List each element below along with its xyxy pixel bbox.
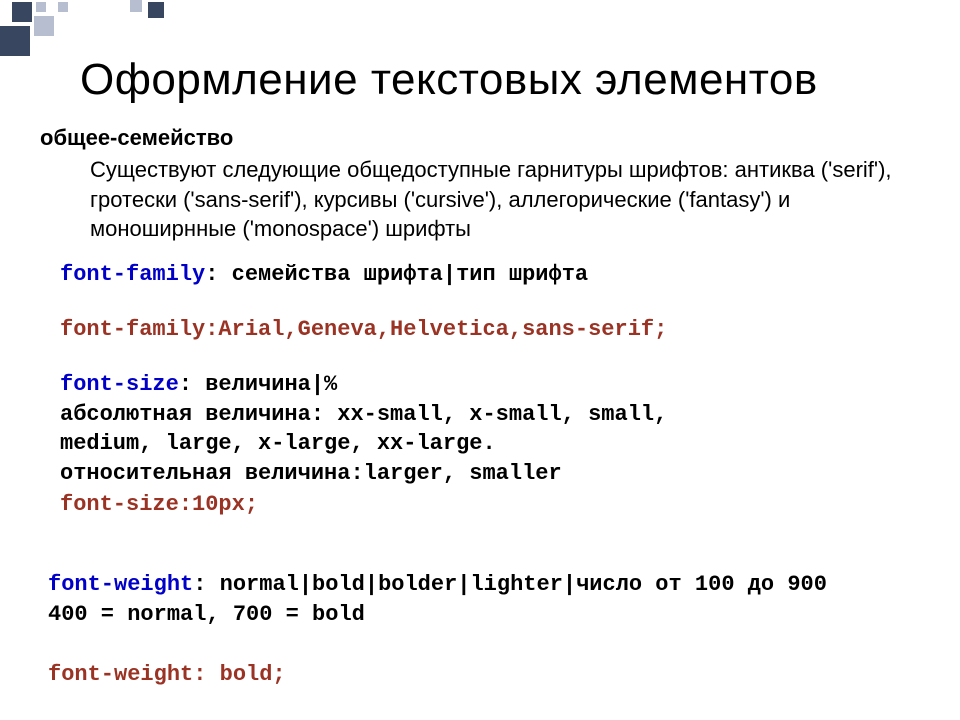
code-text-line: medium, large, x-large, xx-large. [60,431,496,456]
code-font-size-block: font-size: величина|% абсолютная величин… [60,370,920,489]
css-property: font-size [60,372,179,397]
code-font-weight-example: font-weight: bold; [48,660,920,690]
slide-title: Оформление текстовых элементов [80,55,930,105]
decorative-squares [0,0,260,50]
css-value: : normal|bold|bolder|lighter|число от 10… [193,572,827,597]
code-text-line: 400 = normal, 700 = bold [48,602,365,627]
css-example: font-weight: bold; [48,662,286,687]
section-heading: общее-семейство [40,125,233,151]
code-text-line: абсолютная величина: xx-small, x-small, … [60,402,667,427]
css-property: font-family [60,262,205,287]
css-value: : семейства шрифта|тип шрифта [205,262,588,287]
deco-square [130,0,142,12]
deco-square [34,16,54,36]
code-font-weight-block: font-weight: normal|bold|bolder|lighter|… [48,570,920,629]
css-example: font-family:Arial,Geneva,Helvetica,sans-… [60,317,667,342]
code-text-line: относительная величина:larger, smaller [60,461,562,486]
section-body: Существуют следующие общедоступные гарни… [90,155,900,244]
deco-square [12,2,32,22]
code-font-size-example: font-size:10px; [60,490,920,520]
css-example: font-size:10px; [60,492,258,517]
deco-square [58,2,68,12]
deco-square [36,2,46,12]
css-property: font-weight [48,572,193,597]
css-value: : величина|% [179,372,337,397]
slide: Оформление текстовых элементов общее-сем… [0,0,960,720]
code-font-family-syntax: font-family: семейства шрифта|тип шрифта [60,260,920,290]
deco-square [0,26,30,56]
code-font-family-example: font-family:Arial,Geneva,Helvetica,sans-… [60,315,920,345]
deco-square [148,2,164,18]
